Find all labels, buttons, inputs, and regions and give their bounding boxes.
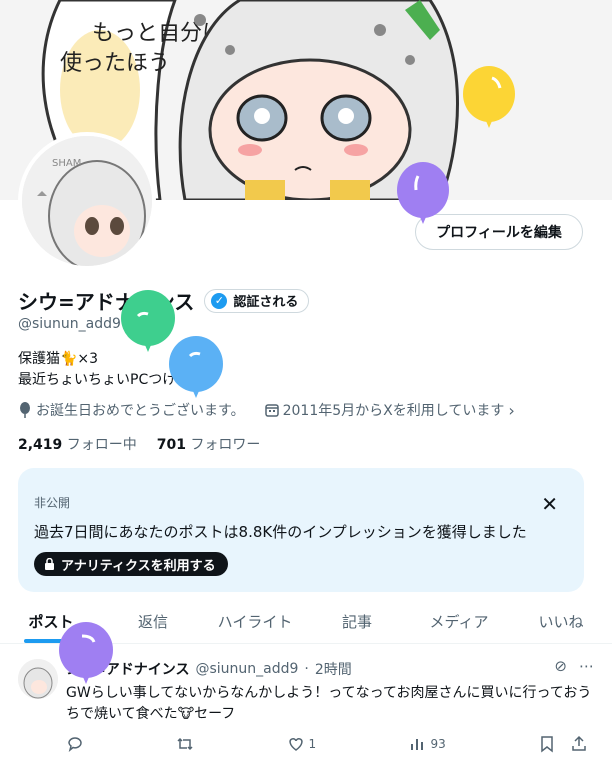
verified-check-icon: ✓ [211, 292, 228, 309]
view-count: 93 [430, 737, 446, 751]
more-icon[interactable]: ⋯ [579, 657, 594, 675]
balloon-icon [20, 402, 30, 418]
repost-icon [177, 737, 193, 751]
analytics-button[interactable]: アナリティクスを利用する [34, 552, 228, 576]
followers-count: 701 [156, 437, 186, 453]
close-icon[interactable]: ✕ [541, 492, 558, 516]
bio-line-1: 保護猫🐈×3 [18, 351, 99, 367]
post-avatar[interactable] [18, 659, 58, 699]
yellow-balloon-icon [463, 66, 515, 128]
post-actions: 1 93 [66, 735, 588, 753]
views-icon [411, 739, 424, 750]
purple-balloon-icon [397, 162, 449, 224]
followers-label: フォロワー [190, 437, 261, 453]
joined-text: 2011年5月からXを利用しています [282, 403, 505, 419]
get-verified-button[interactable]: ✓ 認証される [204, 288, 310, 313]
follow-stats: 2,419 フォロー中 701 フォロワー [18, 434, 260, 454]
following-link[interactable]: 2,419 フォロー中 [18, 434, 137, 454]
impression-message: 過去7日間にあなたのポストは8.8K件のインプレッションを獲得しました [34, 523, 527, 541]
like-button[interactable]: 1 [287, 735, 317, 753]
post-separator: · [304, 661, 309, 677]
post-extra-actions [538, 735, 588, 753]
post-text: GWらしい事してないからなんかしよう！ってなってお肉屋さんに買いに行っておうちで… [66, 685, 592, 722]
bookmark-icon[interactable] [538, 735, 556, 753]
chevron-right-icon: › [508, 400, 515, 420]
post-time[interactable]: 2時間 [315, 659, 352, 679]
followers-link[interactable]: 701 フォロワー [157, 434, 261, 454]
analytics-card: 非公開 ✕ 過去7日間にあなたのポストは8.8K件のインプレッションを獲得しまし… [18, 468, 584, 592]
post-header-actions: ⊘ ⋯ [554, 657, 594, 675]
views-button[interactable]: 93 [408, 735, 446, 753]
tab-highlights[interactable]: ハイライト [204, 600, 306, 643]
profile-meta: お誕生日おめでとうございます。 2011年5月からXを利用しています › [18, 400, 515, 420]
tab-replies[interactable]: 返信 [102, 600, 204, 643]
profile-handle: @siunun_add9 [18, 316, 121, 332]
tab-likes[interactable]: いいね [510, 600, 612, 643]
verify-label: 認証される [233, 295, 299, 310]
like-count: 1 [308, 737, 317, 751]
lock-icon [45, 558, 54, 570]
tab-media[interactable]: メディア [408, 600, 510, 643]
post-author-handle[interactable]: @siunun_add9 [195, 661, 298, 677]
reply-icon [68, 737, 82, 753]
share-icon[interactable] [570, 735, 588, 753]
banner-text-2: 使ったほう [60, 51, 170, 76]
repost-button[interactable] [176, 735, 194, 753]
following-label: フォロー中 [66, 437, 137, 453]
following-count: 2,419 [18, 437, 63, 453]
heart-icon [288, 738, 303, 751]
analytics-button-label: アナリティクスを利用する [61, 558, 216, 574]
purple-balloon-icon-2 [59, 622, 113, 684]
private-label: 非公開 [34, 496, 71, 510]
grok-icon[interactable]: ⊘ [554, 657, 567, 675]
calendar-icon [264, 404, 279, 417]
blue-balloon-icon [169, 336, 223, 398]
reply-button[interactable] [66, 735, 84, 753]
joined-item[interactable]: 2011年5月からXを利用しています › [264, 400, 515, 420]
profile-avatar[interactable]: SHAM [18, 132, 156, 270]
svg-text:SHAM: SHAM [52, 158, 81, 169]
tab-articles[interactable]: 記事 [306, 600, 408, 643]
